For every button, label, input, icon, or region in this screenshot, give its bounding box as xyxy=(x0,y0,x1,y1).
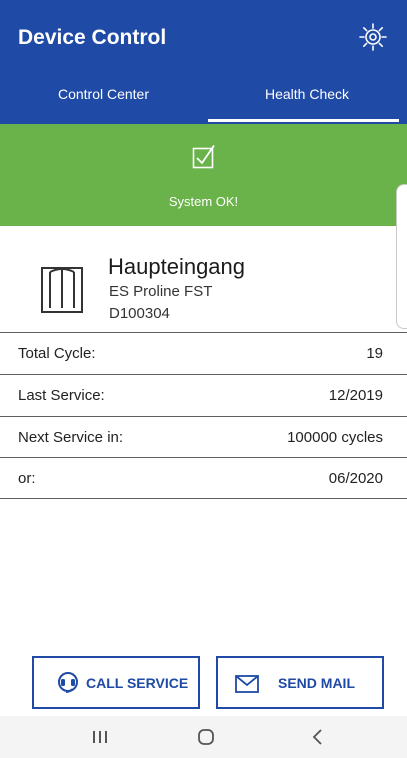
app-bar: Device Control Control Center Health Che… xyxy=(0,0,407,124)
headset-icon xyxy=(58,672,78,693)
system-nav-bar xyxy=(0,716,407,758)
tab-control-center[interactable]: Control Center xyxy=(0,86,207,108)
send-mail-button[interactable]: SEND MAIL xyxy=(216,656,384,709)
revolving-door-icon xyxy=(41,267,83,313)
home-icon[interactable] xyxy=(186,724,226,750)
info-value: 19 xyxy=(366,345,383,362)
info-label: or: xyxy=(18,470,36,487)
info-row-next-service: Next Service in: 100000 cycles xyxy=(0,416,407,458)
app-title: Device Control xyxy=(18,26,167,49)
active-tab-indicator xyxy=(208,119,399,122)
device-serial: D100304 xyxy=(109,305,170,322)
device-name: Haupteingang xyxy=(108,254,246,279)
device-model: ES Proline FST xyxy=(109,283,213,300)
info-label: Last Service: xyxy=(18,387,105,404)
tab-health-check[interactable]: Health Check xyxy=(207,86,407,108)
info-label: Total Cycle: xyxy=(18,345,96,362)
info-value: 100000 cycles xyxy=(287,429,383,446)
info-row-last-service: Last Service: 12/2019 xyxy=(0,374,407,416)
info-row-total-cycle: Total Cycle: 19 xyxy=(0,332,407,374)
scroll-indicator[interactable] xyxy=(396,184,407,329)
checkbox-checked-icon xyxy=(192,144,215,169)
info-value: 06/2020 xyxy=(328,470,383,487)
info-value: 12/2019 xyxy=(328,387,383,404)
back-icon[interactable] xyxy=(298,724,338,750)
status-banner xyxy=(0,124,407,226)
info-label: Next Service in: xyxy=(18,429,124,446)
status-text: System OK! xyxy=(168,194,239,209)
divider xyxy=(0,498,407,499)
envelope-icon xyxy=(235,675,259,693)
send-mail-label: SEND MAIL xyxy=(278,675,355,691)
recent-apps-icon[interactable] xyxy=(80,724,120,750)
call-service-label: CALL SERVICE xyxy=(86,675,189,691)
call-service-button[interactable]: CALL SERVICE xyxy=(32,656,200,709)
gear-icon[interactable] xyxy=(358,22,388,52)
info-row-or: or: 06/2020 xyxy=(0,457,407,499)
